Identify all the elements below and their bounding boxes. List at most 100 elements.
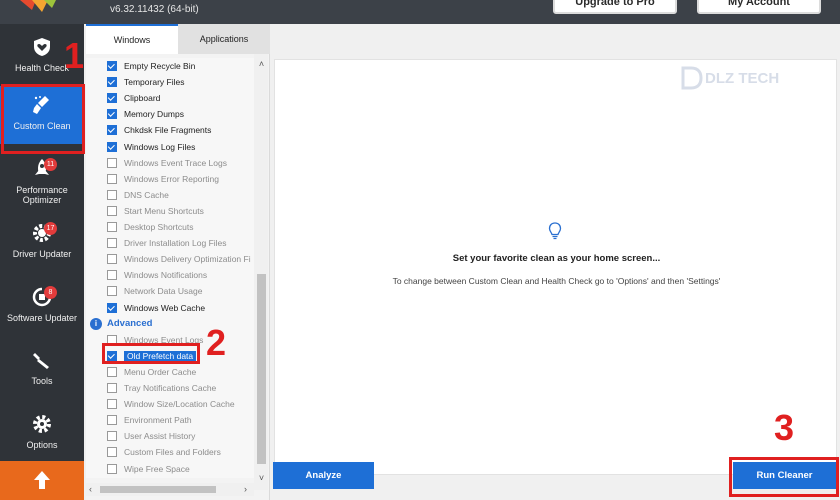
tab-applications[interactable]: Applications	[178, 24, 270, 54]
list-item[interactable]: Clipboard	[107, 91, 160, 105]
clean-items-list: Empty Recycle Bin Temporary Files Clipboar…	[86, 58, 254, 478]
list-item[interactable]: Window Size/Location Cache	[107, 397, 235, 411]
notification-badge: 11	[44, 158, 57, 171]
checkbox-checked[interactable]	[107, 77, 117, 88]
sidebar-item-driver-updater[interactable]: 17 Driver Updater	[0, 214, 84, 272]
checkbox-unchecked[interactable]	[107, 447, 117, 458]
checkbox-checked[interactable]	[107, 125, 117, 136]
wrench-icon	[33, 353, 49, 369]
list-item-label: Desktop Shortcuts	[124, 222, 194, 232]
list-item[interactable]: Windows Log Files	[107, 140, 195, 154]
checkbox-unchecked[interactable]	[107, 431, 117, 442]
checkbox-unchecked[interactable]	[107, 399, 117, 410]
sidebar-item-label: Tools	[31, 376, 53, 386]
scroll-right-icon[interactable]: ›	[244, 484, 247, 494]
sidebar-item-software-updater[interactable]: 8 Software Updater	[0, 278, 84, 336]
advanced-section-header[interactable]: i Advanced	[90, 317, 152, 331]
list-item[interactable]: Windows Error Reporting	[107, 172, 219, 186]
watermark-logo-icon	[681, 66, 703, 90]
checkbox-unchecked[interactable]	[107, 270, 117, 281]
checkbox-unchecked[interactable]	[107, 254, 117, 265]
scroll-left-icon[interactable]: ‹	[89, 484, 92, 494]
checkbox-unchecked[interactable]	[107, 205, 117, 216]
account-label: My Account	[728, 0, 790, 8]
checkbox-unchecked[interactable]	[107, 286, 117, 297]
scroll-thumb[interactable]	[257, 274, 266, 464]
list-item[interactable]: Windows Event Trace Logs	[107, 156, 227, 170]
upgrade-label: Upgrade to Pro	[575, 0, 655, 8]
ccleaner-logo-icon	[20, 0, 56, 12]
checkbox-unchecked[interactable]	[107, 383, 117, 393]
checkbox-checked[interactable]	[107, 61, 117, 71]
list-item[interactable]: Network Data Usage	[107, 284, 202, 298]
list-item[interactable]: Chkdsk File Fragments	[107, 123, 211, 137]
list-item-label: Network Data Usage	[124, 286, 203, 297]
checkbox-unchecked[interactable]	[107, 222, 117, 232]
checkbox-unchecked[interactable]	[107, 173, 117, 184]
list-item[interactable]: Memory Dumps	[107, 107, 184, 121]
upgrade-button[interactable]: Upgrade to Pro	[553, 0, 677, 14]
notification-badge: 8	[44, 286, 57, 299]
annotation-number-1: 1	[64, 35, 85, 76]
list-item-label: Windows Delivery Optimization Fi	[124, 254, 251, 265]
list-item[interactable]: Windows Web Cache	[107, 301, 205, 315]
vertical-scrollbar[interactable]: ˄ ˅	[254, 54, 268, 490]
sidebar-item-options[interactable]: Options	[0, 405, 84, 463]
list-item[interactable]: User Assist History	[107, 429, 195, 443]
title-bar: v6.32.11432 (64-bit) Upgrade to Pro My A…	[0, 0, 840, 24]
list-item[interactable]: Windows Notifications	[107, 268, 207, 282]
scroll-down-icon[interactable]: ˅	[257, 474, 266, 483]
scroll-up-icon[interactable]: ˄	[257, 60, 266, 69]
my-account-button[interactable]: My Account	[697, 0, 821, 14]
list-item[interactable]: Menu Order Cache	[107, 365, 196, 379]
heart-shield-icon	[34, 38, 50, 56]
checkbox-unchecked[interactable]	[107, 189, 117, 200]
list-item[interactable]: Windows Delivery Optimization Fi	[107, 252, 251, 266]
version-label: v6.32.11432 (64-bit)	[110, 4, 199, 15]
list-item[interactable]: Custom Files and Folders	[107, 445, 221, 459]
list-item-label: Windows Notifications	[124, 270, 208, 281]
checkbox-checked[interactable]	[107, 109, 117, 120]
list-item[interactable]: Temporary Files	[107, 75, 184, 89]
list-item-label: DNS Cache	[124, 189, 169, 200]
tab-bar: Windows Applications	[86, 24, 270, 54]
list-item[interactable]: Driver Installation Log Files	[107, 236, 227, 250]
list-item-label: Windows Error Reporting	[124, 173, 219, 184]
checkbox-unchecked[interactable]	[107, 157, 117, 168]
checkbox-unchecked[interactable]	[107, 463, 117, 474]
sidebar-item-tools[interactable]: Tools	[0, 341, 84, 399]
watermark-text: DLZ TECH	[705, 69, 780, 87]
notification-badge: 17	[44, 222, 57, 235]
list-item-label: Window Size/Location Cache	[124, 399, 235, 410]
sidebar-item-performance-optimizer[interactable]: 11 Performance Optimizer	[0, 150, 84, 208]
list-item[interactable]: Tray Notifications Cache	[107, 381, 216, 395]
sidebar-item-label: Performance Optimizer	[16, 185, 68, 205]
annotation-number-3: 3	[774, 407, 795, 448]
checkbox-unchecked[interactable]	[107, 238, 117, 249]
checkbox-unchecked[interactable]	[107, 415, 117, 426]
info-icon: i	[90, 317, 102, 330]
annotation-box-custom-clean	[1, 84, 85, 154]
hscroll-thumb[interactable]	[100, 486, 216, 493]
checkbox-unchecked[interactable]	[107, 366, 117, 377]
annotation-box-run-cleaner	[729, 457, 839, 497]
analyze-button[interactable]: Analyze	[273, 462, 374, 489]
list-item[interactable]: Wipe Free Space	[107, 462, 190, 476]
horizontal-scrollbar[interactable]: ‹ ›	[86, 483, 254, 496]
sidebar-upgrade-button[interactable]	[0, 461, 84, 500]
checkbox-checked[interactable]	[107, 93, 117, 104]
list-item-label: Wipe Free Space	[124, 463, 190, 474]
checkbox-checked[interactable]	[107, 141, 117, 152]
home-screen-title: Set your favorite clean as your home scr…	[452, 253, 661, 264]
list-item[interactable]: DNS Cache	[107, 188, 169, 202]
list-item-label: Custom Files and Folders	[124, 447, 221, 458]
annotation-number-2: 2	[206, 322, 227, 363]
tab-windows[interactable]: Windows	[86, 24, 178, 54]
checkbox-checked[interactable]	[107, 302, 117, 313]
list-item[interactable]: Start Menu Shortcuts	[107, 204, 204, 218]
clean-items-panel: Windows Applications Empty Recycle Bin Te…	[86, 24, 270, 500]
list-item[interactable]: Empty Recycle Bin	[107, 59, 195, 73]
list-item[interactable]: Desktop Shortcuts	[107, 220, 193, 234]
list-item[interactable]: Environment Path	[107, 413, 192, 427]
gear-icon	[33, 415, 51, 433]
